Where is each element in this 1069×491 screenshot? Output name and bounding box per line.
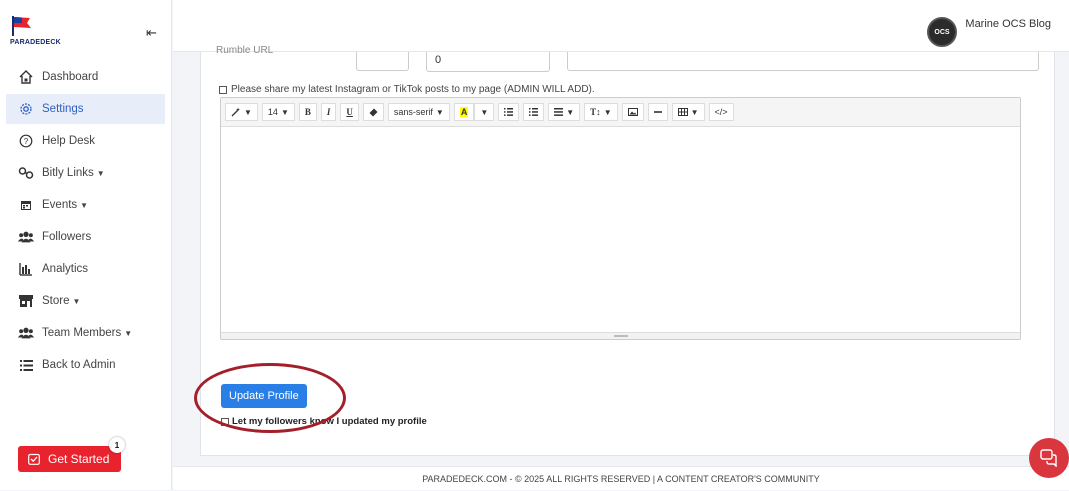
chevron-down-icon: ▼ [72, 296, 81, 306]
italic-icon[interactable]: I [320, 103, 337, 121]
highlight-color-icon[interactable]: A [453, 103, 475, 121]
sidebar-item-label: Store [42, 295, 70, 307]
top-bar: OCS Marine OCS Blog [173, 0, 1069, 52]
align-icon[interactable]: ▼ [548, 103, 581, 121]
sidebar-item-events[interactable]: Events ▼ [6, 190, 165, 220]
underline-icon[interactable]: U [340, 103, 359, 121]
sidebar-item-label: Settings [42, 103, 84, 115]
help-icon: ? [18, 133, 34, 149]
sidebar-item-help-desk[interactable]: ? Help Desk [6, 126, 165, 156]
get-started-label: Get Started [48, 452, 110, 466]
footer: PARADEDECK.COM - © 2025 ALL RIGHTS RESER… [173, 466, 1069, 490]
sidebar-item-label: Analytics [42, 263, 89, 275]
chevron-down-icon: ▼ [80, 200, 89, 210]
link-icon [18, 165, 34, 181]
chat-button[interactable] [1029, 438, 1069, 478]
count-value: 0 [435, 54, 442, 66]
sidebar-item-settings[interactable]: Settings [6, 94, 165, 124]
avatar-text: OCS [934, 28, 950, 36]
share-option[interactable]: Please share my latest Instagram or TikT… [219, 84, 595, 95]
horizontal-rule-icon[interactable] [647, 103, 668, 121]
sidebar-item-label: Back to Admin [42, 359, 116, 371]
sidebar-item-analytics[interactable]: Analytics [6, 254, 165, 284]
color-picker-icon[interactable]: ▼ [474, 103, 495, 121]
footer-text: PARADEDECK.COM - © 2025 ALL RIGHTS RESER… [422, 474, 820, 484]
brand-name: PARADEDECK [10, 39, 61, 46]
chevron-down-icon: ▼ [690, 107, 699, 117]
chevron-down-icon: ▼ [96, 168, 105, 178]
chevron-down-icon: ▼ [603, 107, 612, 117]
avatar[interactable]: OCS [927, 17, 957, 47]
share-label: Please share my latest Instagram or TikT… [231, 84, 595, 95]
checklist-icon [28, 453, 40, 465]
update-profile-button[interactable]: Update Profile [221, 384, 307, 408]
table-icon[interactable]: ▼ [671, 103, 705, 121]
sidebar-item-label: Team Members [42, 327, 122, 339]
notify-followers-checkbox[interactable] [221, 417, 229, 426]
numbered-list-icon[interactable] [523, 103, 545, 121]
sidebar-item-label: Help Desk [42, 135, 96, 147]
url-input[interactable] [567, 52, 1039, 71]
sidebar-item-bitly-links[interactable]: Bitly Links ▼ [6, 158, 165, 188]
bullet-list-icon[interactable] [498, 103, 520, 121]
editor-resize-handle[interactable] [221, 332, 1020, 339]
calendar-icon [18, 197, 34, 213]
user-name: Marine OCS Blog [965, 18, 1051, 30]
count-input[interactable]: 0 [426, 52, 550, 72]
home-icon [18, 69, 34, 85]
get-started-button[interactable]: Get Started 1 [18, 437, 125, 472]
chevron-down-icon: ▼ [435, 107, 444, 117]
notify-followers-option[interactable]: Let my followers know I updated my profi… [221, 416, 427, 427]
users-icon [18, 229, 34, 245]
chevron-down-icon: ▼ [480, 107, 489, 117]
sidebar-nav: Dashboard Settings ? Help Desk Bitly Lin… [6, 62, 165, 382]
eraser-icon[interactable] [362, 103, 384, 121]
sidebar-item-followers[interactable]: Followers [6, 222, 165, 252]
chart-icon [18, 261, 34, 277]
gear-icon [18, 101, 34, 117]
magic-wand-icon[interactable]: ▼ [225, 103, 258, 121]
rich-text-editor: ▼ 14 ▼ B I U sans-serif ▼ A ▼ ▼ T↕ ▼ ▼ <… [220, 97, 1021, 340]
chevron-down-icon: ▼ [280, 107, 289, 117]
code-view-icon[interactable]: </> [708, 103, 734, 121]
sidebar-item-team-members[interactable]: Team Members ▼ [6, 318, 165, 348]
editor-content[interactable] [221, 127, 1020, 332]
editor-toolbar: ▼ 14 ▼ B I U sans-serif ▼ A ▼ ▼ T↕ ▼ ▼ <… [221, 98, 1020, 127]
sidebar-item-store[interactable]: Store ▼ [6, 286, 165, 316]
chat-icon [1040, 449, 1058, 467]
share-checkbox[interactable] [219, 85, 227, 94]
font-family-value: sans-serif [393, 107, 433, 117]
user-menu[interactable]: Marine OCS Blog [965, 18, 1051, 30]
svg-text:?: ? [24, 137, 29, 146]
collapse-sidebar-icon[interactable]: ⇤ [146, 25, 157, 41]
notify-followers-label: Let my followers know I updated my profi… [232, 416, 427, 427]
list-icon [18, 357, 34, 373]
line-height-icon[interactable]: T↕ ▼ [584, 103, 618, 121]
store-icon [18, 293, 34, 309]
sidebar-item-back-to-admin[interactable]: Back to Admin [6, 350, 165, 380]
font-size-select[interactable]: 14 ▼ [261, 103, 295, 121]
bold-icon[interactable]: B [298, 103, 317, 121]
sidebar: PARADEDECK ⇤ Dashboard Settings ? Help D… [0, 0, 172, 490]
chevron-down-icon: ▼ [566, 107, 575, 117]
rumble-url-label: Rumble URL [216, 45, 274, 56]
font-size-value: 14 [267, 107, 278, 117]
notification-badge: 1 [109, 437, 125, 453]
chevron-down-icon: ▼ [124, 328, 133, 338]
sidebar-item-dashboard[interactable]: Dashboard [6, 62, 165, 92]
count-stepper-input[interactable] [356, 52, 409, 71]
chevron-down-icon: ▼ [244, 107, 252, 117]
sidebar-item-label: Followers [42, 231, 92, 243]
image-icon[interactable] [621, 103, 644, 121]
sidebar-item-label: Events [42, 199, 78, 211]
font-family-select[interactable]: sans-serif ▼ [387, 103, 450, 121]
users-icon [18, 325, 34, 341]
profile-form-card: Rumble URL 0 Please share my latest Inst… [200, 45, 1055, 456]
sidebar-item-label: Bitly Links [42, 167, 94, 179]
sidebar-item-label: Dashboard [42, 71, 99, 83]
